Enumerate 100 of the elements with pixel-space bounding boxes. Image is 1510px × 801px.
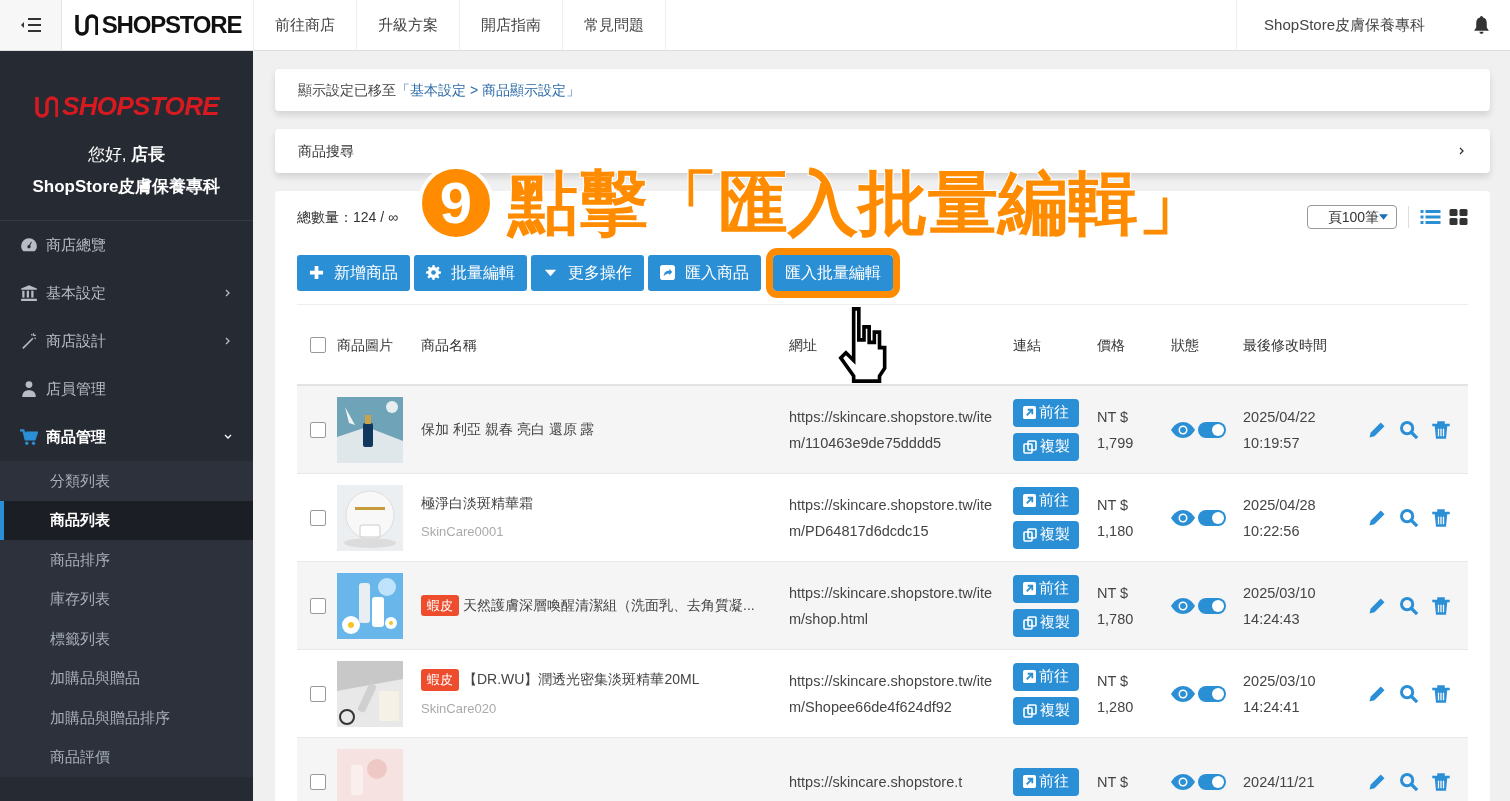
- greeting-text: 您好, 店長: [87, 144, 166, 166]
- status-toggle[interactable]: [1198, 773, 1226, 790]
- status-toggle[interactable]: [1198, 685, 1226, 702]
- submenu-item[interactable]: 商品列表: [0, 500, 253, 540]
- column-header: 最後修改時間: [1243, 335, 1328, 355]
- price-text: NT $ 1,180: [1097, 495, 1135, 541]
- submenu-item[interactable]: 分類列表: [0, 461, 253, 501]
- copy-button[interactable]: 複製: [1013, 608, 1079, 637]
- toolbar-button[interactable]: 新增商品: [297, 254, 410, 291]
- submenu-item[interactable]: 商品排序: [0, 540, 253, 580]
- status-toggle[interactable]: [1198, 597, 1226, 614]
- row-checkbox[interactable]: [310, 509, 326, 526]
- delete-button[interactable]: [1431, 771, 1451, 792]
- view-button[interactable]: [1399, 507, 1419, 528]
- delete-button[interactable]: [1431, 507, 1451, 528]
- modified-date: 2025/04/28 10:22:56: [1243, 495, 1317, 541]
- external-link-icon: [1023, 775, 1036, 788]
- search-icon: [1399, 595, 1419, 616]
- sidebar-item[interactable]: 基本設定: [0, 269, 253, 317]
- product-url: https://skincare.shopstore.tw/item/shop.html: [789, 583, 994, 629]
- magic-wand-icon: [20, 332, 38, 350]
- user-icon: [20, 380, 38, 398]
- external-link-icon: [1023, 582, 1036, 595]
- copy-button[interactable]: 複製: [1013, 520, 1079, 549]
- modified-date: 2025/03/10 14:24:41: [1243, 671, 1317, 717]
- go-button[interactable]: 前往: [1013, 398, 1079, 427]
- view-button[interactable]: [1399, 419, 1419, 440]
- trash-icon: [1431, 683, 1451, 704]
- column-header: 商品圖片: [337, 335, 394, 355]
- bell-icon: [1472, 15, 1490, 35]
- shopee-tag: 蝦皮: [421, 594, 459, 617]
- price-text: NT $: [1097, 772, 1130, 792]
- copy-icon: [1022, 527, 1037, 542]
- product-url: https://skincare.shopstore.tw/item/110463e9de75dddd5: [789, 407, 994, 453]
- trash-icon: [1431, 419, 1451, 440]
- product-name: 極淨白淡斑精華霜: [421, 494, 533, 514]
- submenu-item[interactable]: 加購品與贈品排序: [0, 698, 253, 738]
- delete-button[interactable]: [1431, 595, 1451, 616]
- sidebar-item[interactable]: 商品管理: [0, 413, 253, 461]
- row-checkbox[interactable]: [310, 597, 326, 614]
- external-link-icon: [1023, 494, 1036, 507]
- row-checkbox[interactable]: [310, 421, 326, 438]
- nav-link[interactable]: 開店指南: [460, 0, 563, 50]
- go-button[interactable]: 前往: [1013, 662, 1079, 691]
- price-text: NT $ 1,799: [1097, 407, 1135, 453]
- delete-button[interactable]: [1431, 419, 1451, 440]
- status-toggle[interactable]: [1198, 509, 1226, 526]
- sidebar-item[interactable]: 商店總覽: [0, 221, 253, 269]
- share-icon: [660, 265, 675, 280]
- trash-icon: [1431, 507, 1451, 528]
- view-button[interactable]: [1399, 683, 1419, 704]
- copy-icon: [1022, 703, 1037, 718]
- list-view-button[interactable]: [1420, 209, 1441, 225]
- copy-button[interactable]: 複製: [1013, 696, 1079, 725]
- column-header: 網址: [789, 335, 818, 355]
- notice-text: 顯示設定已移至: [298, 80, 396, 100]
- row-checkbox[interactable]: [310, 685, 326, 702]
- go-button[interactable]: 前往: [1013, 574, 1079, 603]
- grid-view-button[interactable]: [1449, 209, 1468, 225]
- modified-date: 2025/03/10 14:24:43: [1243, 583, 1317, 629]
- sidebar-item[interactable]: 商店設計: [0, 317, 253, 365]
- status-toggle[interactable]: [1198, 421, 1226, 438]
- settings-link[interactable]: 「基本設定 > 商品顯示設定」: [396, 79, 580, 101]
- bank-icon: [20, 284, 38, 302]
- toolbar-button[interactable]: 批量編輯: [414, 254, 527, 291]
- row-checkbox[interactable]: [310, 773, 326, 790]
- total-count-text: 總數量：124 / ∞: [297, 207, 398, 227]
- grid-icon: [1449, 209, 1468, 225]
- delete-button[interactable]: [1431, 683, 1451, 704]
- logo-text: SHOPSTORE: [62, 90, 219, 123]
- per-page-select[interactable]: 頁100筆: [1306, 205, 1397, 229]
- external-link-icon: [1023, 670, 1036, 683]
- search-icon: [1399, 771, 1419, 792]
- view-button[interactable]: [1399, 595, 1419, 616]
- nav-link[interactable]: 常見問題: [563, 0, 666, 50]
- menu-icon: [19, 18, 42, 32]
- copy-button[interactable]: 複製: [1013, 432, 1079, 461]
- submenu-item[interactable]: 商品評價: [0, 737, 253, 777]
- cart-icon: [20, 428, 38, 446]
- submenu-item[interactable]: 庫存列表: [0, 579, 253, 619]
- nav-link[interactable]: 升級方案: [357, 0, 460, 50]
- toolbar-button[interactable]: 匯入商品: [648, 254, 761, 291]
- price-text: NT $ 1,780: [1097, 583, 1135, 629]
- store-name-link[interactable]: ShopStore皮膚保養專科: [1236, 0, 1452, 50]
- submenu-item[interactable]: 加購品與贈品: [0, 658, 253, 698]
- select-all-checkbox[interactable]: [310, 336, 326, 353]
- trash-icon: [1431, 771, 1451, 792]
- view-button[interactable]: [1399, 771, 1419, 792]
- submenu-item[interactable]: 標籤列表: [0, 619, 253, 659]
- menu-toggle-button[interactable]: [0, 0, 62, 50]
- go-button[interactable]: 前往: [1013, 486, 1079, 515]
- sidebar-item[interactable]: 店員管理: [0, 365, 253, 413]
- go-button[interactable]: 前往: [1013, 767, 1079, 796]
- nav-link[interactable]: 前往商店: [254, 0, 357, 50]
- shopee-tag: 蝦皮: [421, 669, 459, 691]
- toolbar-button[interactable]: 更多操作: [531, 254, 644, 291]
- product-name: 天然護膚深層喚醒清潔組（洗面乳、去角質凝...: [463, 596, 755, 615]
- price-text: NT $ 1,280: [1097, 671, 1135, 717]
- copy-icon: [1022, 615, 1037, 630]
- product-url: https://skincare.shopstore.tw/item/PD64817d6dcdc15: [789, 495, 994, 541]
